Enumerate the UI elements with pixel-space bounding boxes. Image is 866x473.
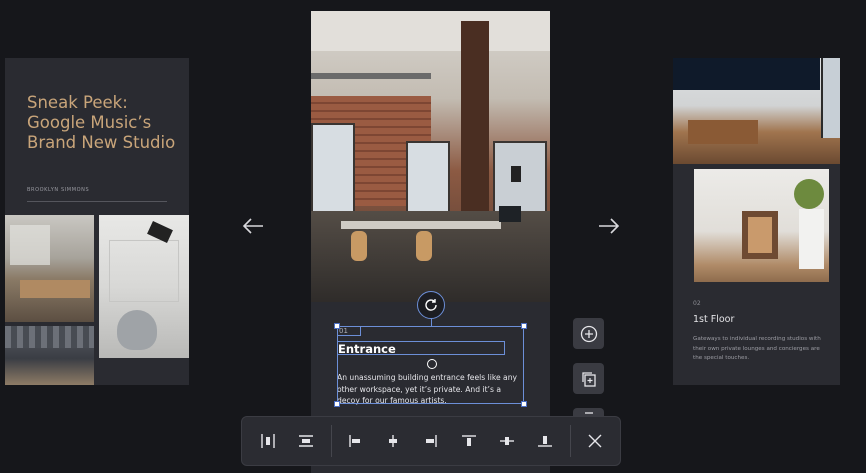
align-left-icon — [349, 435, 360, 447]
close-icon — [588, 434, 602, 448]
divider — [27, 201, 167, 202]
arrow-right-icon — [599, 218, 620, 234]
duplicate-icon — [581, 371, 596, 387]
align-left-button[interactable] — [343, 429, 367, 453]
rotate-button[interactable] — [417, 291, 445, 319]
distribute-vertical-icon — [299, 435, 313, 447]
align-right-icon — [426, 435, 437, 447]
resize-handle-bottom-left[interactable] — [334, 401, 340, 407]
resize-handle-top-left[interactable] — [334, 323, 340, 329]
arrow-left-icon — [242, 218, 263, 234]
distribute-vertical-button[interactable] — [294, 429, 318, 453]
previous-slide-button[interactable] — [238, 211, 268, 241]
align-middle-vertical-icon — [500, 437, 514, 445]
delete-icon — [584, 412, 593, 414]
align-right-button[interactable] — [419, 429, 443, 453]
resize-handle-bottom-right[interactable] — [521, 401, 527, 407]
studio-photo — [673, 58, 840, 164]
align-center-horizontal-button[interactable] — [381, 429, 405, 453]
toolbar-divider — [331, 425, 332, 457]
align-center-horizontal-icon — [389, 435, 397, 447]
first-floor-photo — [694, 169, 829, 282]
entrance-photo — [311, 11, 550, 302]
slide-index: 02 — [693, 300, 701, 307]
slide-heading: 1st Floor — [693, 314, 735, 325]
align-top-button[interactable] — [457, 429, 481, 453]
add-icon — [580, 325, 597, 342]
distribute-horizontal-button[interactable] — [256, 429, 280, 453]
selection-frame[interactable] — [334, 317, 527, 407]
align-middle-vertical-button[interactable] — [495, 429, 519, 453]
slide-author: BROOKLYN SIMMONS — [27, 187, 90, 193]
distribute-horizontal-icon — [261, 434, 275, 448]
close-toolbar-button[interactable] — [583, 429, 607, 453]
slide-title: Sneak Peek: Google Music’s Brand New Stu… — [27, 93, 176, 152]
add-slide-button[interactable] — [573, 318, 604, 349]
lounge-photo — [99, 215, 189, 358]
resize-handle-center[interactable] — [427, 359, 437, 369]
align-bottom-icon — [538, 436, 552, 447]
office-photo — [5, 326, 94, 385]
next-slide-button[interactable] — [594, 211, 624, 241]
duplicate-slide-button[interactable] — [573, 363, 604, 394]
toolbar-divider — [570, 425, 571, 457]
align-top-icon — [462, 435, 476, 446]
resize-handle-top-right[interactable] — [521, 323, 527, 329]
slide-description: Gateways to individual recording studios… — [693, 336, 821, 361]
meeting-room-photo — [5, 215, 94, 322]
align-bottom-button[interactable] — [533, 429, 557, 453]
alignment-toolbar — [241, 416, 621, 466]
slide-card-next[interactable]: 02 1st Floor Gateways to individual reco… — [673, 58, 840, 385]
delete-slide-button[interactable] — [573, 408, 604, 416]
rotate-icon — [425, 299, 437, 311]
slide-card-previous[interactable]: Sneak Peek: Google Music’s Brand New Stu… — [5, 58, 189, 385]
